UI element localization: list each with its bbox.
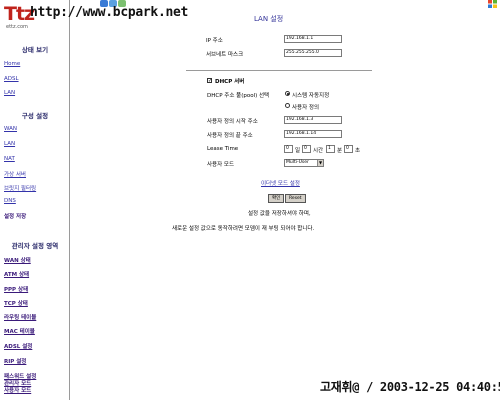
sidebar: Ttz ettz.com 상태 보기 Home ADSL LAN 구성 설정 W… xyxy=(0,0,70,400)
sidebar-item-mac-table[interactable]: MAC 테이블 xyxy=(4,327,35,335)
sidebar-item-virtual-server[interactable]: 가상 서버 xyxy=(4,170,26,178)
sidebar-item-wan-status[interactable]: WAN 상태 xyxy=(4,256,31,264)
lease-day-unit: 일 xyxy=(295,148,301,154)
divider xyxy=(186,70,372,71)
main-content: LAN 설정 IP 주소 192.168.1.1 서브네트 마스크 255.25… xyxy=(71,0,500,400)
ip-label: IP 주소 xyxy=(206,38,223,44)
user-mode-label: 사용자 모드 xyxy=(207,162,235,168)
sidebar-item-adsl[interactable]: ADSL xyxy=(4,76,19,82)
sidebar-item-atm-status[interactable]: ATM 상태 xyxy=(4,270,29,278)
dhcp-server-label: DHCP 서버 xyxy=(215,79,245,85)
sidebar-item-ppp-status[interactable]: PPP 상태 xyxy=(4,285,28,293)
sidebar-item-save[interactable]: 설정 저장 xyxy=(4,212,26,220)
end-address-label: 사용자 정의 끝 주소 xyxy=(207,133,253,139)
watermark-url: http://www.bcpark.net xyxy=(30,5,189,20)
reboot-note: 새로운 설정 값으로 동작하려면 모뎀이 재 부팅 되어야 합니다. xyxy=(172,226,315,232)
sidebar-item-lan[interactable]: LAN xyxy=(4,141,15,147)
lease-minute-input[interactable]: 1 xyxy=(326,145,335,153)
ethernet-mode-link[interactable]: 이더넷 모드 설정 xyxy=(261,179,300,187)
save-note: 설정 값을 저장하셔야 하며, xyxy=(248,211,311,217)
config-section-title: 구성 설정 xyxy=(21,112,49,120)
start-address-input[interactable]: 192.168.1.3 xyxy=(284,116,342,124)
logo-subtext: ettz.com xyxy=(6,24,28,30)
start-address-label: 사용자 정의 시작 주소 xyxy=(207,119,258,125)
user-mode-value: Multi-User xyxy=(286,160,309,165)
sidebar-item-home[interactable]: Home xyxy=(4,61,20,67)
pool-user-label: 사용자 정의 xyxy=(292,105,320,111)
lease-second-unit: 초 xyxy=(355,148,361,154)
page-title: LAN 설정 xyxy=(254,15,284,23)
user-mode-select[interactable]: Multi-User ▼ xyxy=(284,159,324,167)
sidebar-item-tcp-status[interactable]: TCP 상태 xyxy=(4,299,28,307)
pool-auto-radio[interactable] xyxy=(285,91,290,96)
sidebar-item-dns[interactable]: DNS xyxy=(4,198,16,204)
sidebar-item-adsl-settings[interactable]: ADSL 설정 xyxy=(4,342,32,350)
pool-select-label: DHCP 주소 풀(pool) 선택 xyxy=(207,93,270,99)
sidebar-item-rip-settings[interactable]: RIP 설정 xyxy=(4,357,26,365)
sidebar-item-routing-table[interactable]: 라우팅 테이블 xyxy=(4,313,36,321)
admin-section-title: 관리자 설정 영역 xyxy=(11,242,59,250)
sidebar-item-nat[interactable]: NAT xyxy=(4,156,15,162)
lease-hour-unit: 시간 xyxy=(313,148,324,154)
dhcp-server-checkbox[interactable]: ✓ xyxy=(207,78,212,84)
chevron-down-icon: ▼ xyxy=(317,160,323,166)
lease-hour-input[interactable]: 0 xyxy=(302,145,311,153)
ip-address-input[interactable]: 192.168.1.1 xyxy=(284,35,342,43)
reset-button[interactable]: Reset xyxy=(285,194,306,203)
lease-second-input[interactable]: 0 xyxy=(344,145,353,153)
end-address-input[interactable]: 192.168.1.14 xyxy=(284,130,342,138)
subnet-mask-input[interactable]: 255.255.255.0 xyxy=(284,49,342,57)
sidebar-item-bridge-filter[interactable]: 브릿지 필터링 xyxy=(4,184,36,192)
subnet-mask-label: 서브네트 마스크 xyxy=(206,52,244,58)
pool-auto-label: 시스템 자동지정 xyxy=(292,93,330,99)
timestamp-watermark: 고재휘@ / 2003-12-25 04:40:57 xyxy=(320,380,500,394)
lease-minute-unit: 분 xyxy=(337,148,343,154)
ok-button[interactable]: 확인 xyxy=(268,194,285,203)
lease-day-input[interactable]: 0 xyxy=(284,145,293,153)
sidebar-item-wan[interactable]: WAN xyxy=(4,126,17,132)
sidebar-item-user-mode[interactable]: 사용자 모드 xyxy=(4,386,31,394)
pool-user-radio[interactable] xyxy=(285,103,290,108)
sidebar-item-lan-status[interactable]: LAN xyxy=(4,90,15,96)
status-section-title: 상태 보기 xyxy=(21,46,49,54)
lease-time-label: Lease Time xyxy=(207,146,239,152)
